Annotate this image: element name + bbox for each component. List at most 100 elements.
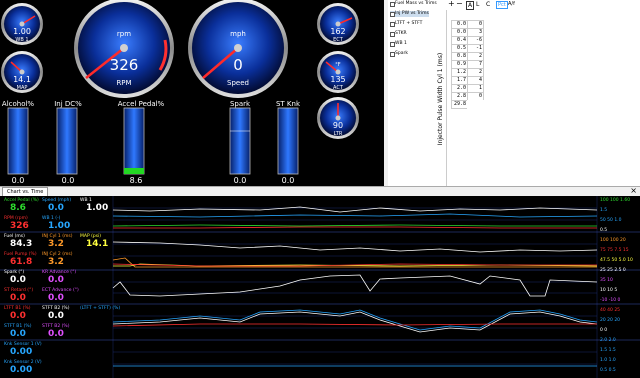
list-item[interactable]: LTFT + STFT (390, 21, 422, 27)
scale-value: 75 75 7.5 15 (600, 248, 629, 253)
channel-value: 0.0 (48, 203, 64, 213)
channel-value: 3.2 (48, 239, 64, 249)
bar-stknk-label: ST Knk (275, 100, 301, 108)
scale-value: 0.5 (600, 228, 608, 233)
scale-value: 1.5 1.5 (600, 348, 616, 353)
a-button[interactable]: A (466, 1, 475, 10)
bar-accel-label: Accel Pedal% (117, 100, 165, 108)
chart-vs-time: Accel Pedal (%) 8.6 Speed (mph) 0.0 WB 1 1.00… (0, 196, 640, 378)
speed-label: Speed (227, 79, 249, 87)
scale-value: 100 100 20 (600, 238, 626, 243)
scale-value: 0.5 0.5 (600, 368, 616, 373)
af-button[interactable]: A/f (508, 1, 515, 7)
channel-value: 0.0 (48, 311, 64, 321)
ect-value: 162 (330, 27, 346, 36)
scale-value: 40 40 25 (600, 308, 621, 313)
list-item[interactable]: Inj PW vs Trims (390, 11, 429, 17)
add-button[interactable]: + (448, 0, 455, 8)
list-item[interactable]: STKR (390, 31, 407, 37)
scale-value: 1.5 (600, 208, 608, 213)
bar-accel-value: 8.6 (129, 176, 143, 185)
scale-value: -10 -10 0 (600, 298, 621, 303)
scale-value: 47.5 50 5.0 10 (600, 258, 633, 263)
trace-fuel (112, 241, 598, 253)
channel-value: 0.0 (10, 329, 26, 339)
map-value: 14.1 (13, 75, 31, 84)
table-pane: + − A L C Pct A/f 0.0 0 0.0 3 0.4 -6 0.5 -1 0.8 2… (446, 0, 640, 186)
list-item[interactable]: Spark (390, 51, 408, 57)
list-item[interactable]: Fuel Mass vs Trims (390, 1, 437, 7)
rpm-value: 326 (109, 56, 139, 74)
checkbox[interactable] (390, 2, 395, 7)
pct-button[interactable]: Pct (496, 1, 508, 9)
channel-value: 0.0 (10, 293, 26, 303)
bar-alcohol-label: Alcohol% (1, 100, 35, 108)
channel-value: 0.0 (48, 275, 64, 285)
chart-grid (0, 196, 640, 378)
remove-button[interactable]: − (456, 0, 463, 8)
channel-value: 0.0 (48, 293, 64, 303)
bar-alcohol-value: 0.0 (11, 176, 25, 185)
bar-stknk-value: 0.0 (281, 176, 295, 185)
bar-spark-value: 0.0 (233, 176, 247, 185)
close-icon[interactable]: × (630, 186, 637, 196)
scale-value: 35 10 (600, 278, 613, 283)
checkbox[interactable] (390, 32, 395, 37)
channel-value: 326 (10, 221, 29, 231)
channel-value: 0.0 (10, 275, 26, 285)
chart-svg (0, 196, 640, 378)
scale-value: 1.0 1.0 (600, 358, 616, 363)
channel-label[interactable]: (LTFT + STFT) (%) (80, 306, 120, 311)
table-area: 0.0 0 0.0 3 0.4 -6 0.5 -1 0.8 2 0.9 7 1.2 2 1.7 4 2.0 1 2.… (446, 10, 640, 186)
bar-injdc-label: Inj DC% (54, 100, 82, 108)
rpm-label: RPM (116, 79, 132, 87)
trace-speed (112, 213, 598, 218)
act-label: ACT (333, 85, 343, 91)
channel-value: 1.00 (86, 203, 109, 213)
bar-spark-label: Spark (229, 100, 251, 108)
scale-value: 20 20 20 (600, 318, 621, 323)
channel-value: 84.3 (10, 239, 33, 249)
channel-value: 0.0 (48, 329, 64, 339)
table-cell: 29.8 (451, 100, 468, 109)
checkbox[interactable] (390, 12, 395, 17)
bar-injdc-value: 0.0 (61, 176, 75, 185)
trace-accel (112, 224, 597, 227)
map-label: MAP (16, 85, 28, 91)
checkbox[interactable] (390, 52, 395, 57)
y-axis-label: Injector Pulse Width Cyl 1 (ms) (437, 53, 444, 145)
ltr-label: LTR (333, 131, 343, 137)
table-cell (467, 100, 484, 109)
channel-value: 0.00 (10, 347, 33, 357)
act-value: 135 (330, 75, 346, 84)
channel-value: 61.8 (10, 257, 33, 267)
bar-gauges (7, 107, 299, 175)
scale-value: 2.0 2.0 (600, 338, 616, 343)
rpm-unit: rpm (116, 30, 132, 38)
trace-rpm (113, 226, 597, 229)
scale-value: 100 100 1.60 (600, 198, 631, 203)
table-y-axis-label: Injector Pulse Width Cyl 1 (ms) (437, 53, 444, 145)
trace-stft (112, 311, 598, 333)
ect-label: ECT (333, 37, 343, 43)
scale-value: 0 0 (600, 328, 608, 333)
channel-value: 3.2 (48, 257, 64, 267)
channel-value: 1.00 (48, 221, 71, 231)
speed-value: 0 (233, 56, 243, 74)
channel-value: 0.00 (10, 365, 33, 375)
scale-value: 50 50 1.0 (600, 218, 622, 223)
scale-value: 25 25 2.5 0 (600, 268, 626, 273)
checkbox[interactable] (390, 42, 395, 47)
c-button[interactable]: C (486, 1, 490, 8)
act-unit: °F (335, 62, 341, 68)
gauge-dashboard: 1.00 WB 1 14.1 MAP rpm 326 RPM mph 0 Spe… (0, 0, 384, 186)
list-item[interactable]: WB 1 (390, 41, 407, 47)
channel-value: 8.6 (10, 203, 26, 213)
checkbox[interactable] (390, 22, 395, 27)
l-button[interactable]: L (476, 1, 479, 8)
chart-traces (112, 206, 598, 367)
ltr-value: 90 (332, 121, 344, 130)
speed-unit: mph (230, 30, 246, 38)
trace-ltft-red (112, 323, 597, 327)
channel-value: 0.0 (10, 311, 26, 321)
